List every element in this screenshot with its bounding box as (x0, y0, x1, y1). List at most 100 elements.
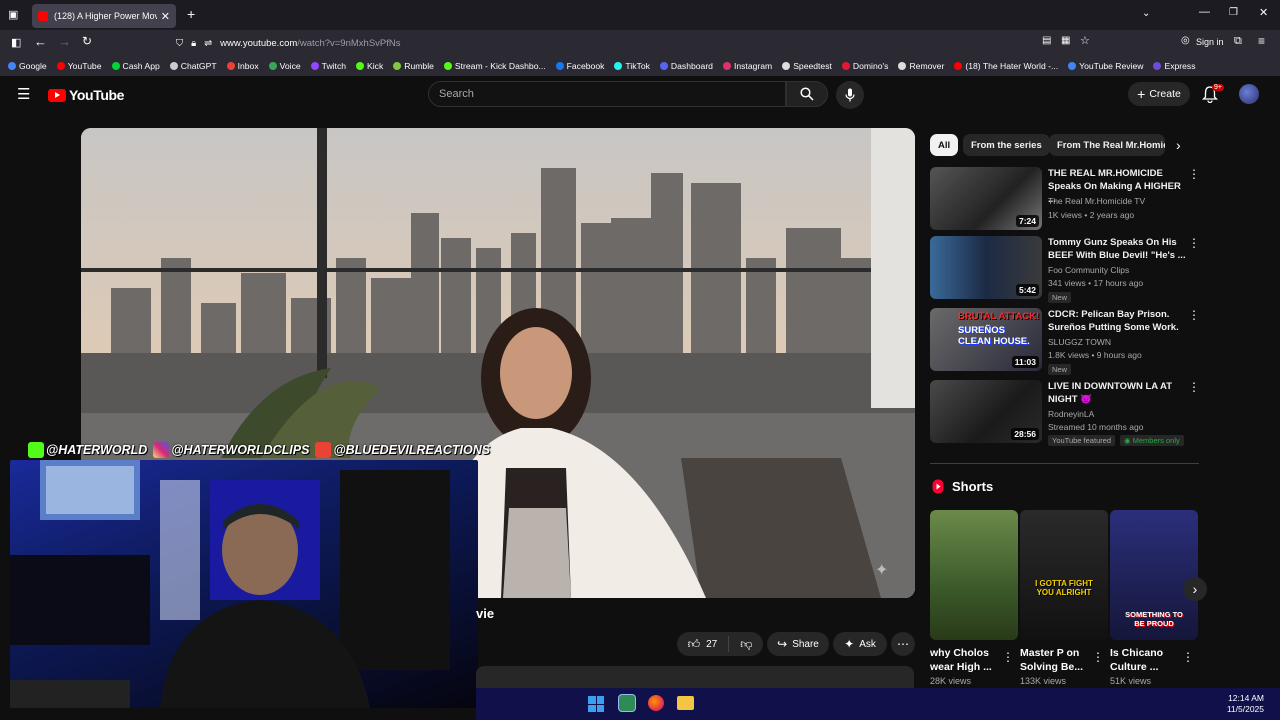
bookmark-item[interactable]: Remover (898, 61, 944, 71)
search-button[interactable] (786, 81, 828, 107)
recommendation-item[interactable]: 5:42 Tommy Gunz Speaks On His BEEF With … (930, 236, 1200, 303)
recommendation-item[interactable]: 28:56 LIVE IN DOWNTOWN LA AT NIGHT 👿 Rod… (930, 380, 1200, 446)
tab-list-icon[interactable]: ▣ (8, 8, 18, 21)
bookmark-item[interactable]: YouTube (56, 61, 102, 71)
rec-title[interactable]: Tommy Gunz Speaks On His BEEF With Blue … (1048, 236, 1186, 262)
short-item[interactable]: SOMETHING TO BE PROUD Is Chicano Culture… (1110, 510, 1198, 686)
close-window-button[interactable]: ✕ (1259, 6, 1268, 19)
shorts-next-button[interactable]: › (1183, 577, 1207, 601)
rec-title[interactable]: LIVE IN DOWNTOWN LA AT NIGHT 👿 (1048, 380, 1186, 406)
sign-in-link[interactable]: Sign in (1196, 37, 1224, 47)
short-title[interactable]: Master P on Solving Be... (1020, 646, 1094, 674)
app-menu-icon[interactable]: ≡ (1258, 34, 1265, 48)
bookmark-item[interactable]: Voice (268, 61, 301, 71)
more-actions-button[interactable]: ⋯ (891, 632, 915, 656)
bookmark-favicon-icon (1068, 62, 1077, 70)
forward-button[interactable]: → (58, 34, 71, 49)
search-input[interactable]: Search (428, 81, 786, 107)
rec-title[interactable]: CDCR: Pelican Bay Prison. Sureños Puttin… (1048, 308, 1186, 334)
short-title[interactable]: Is Chicano Culture ... (1110, 646, 1184, 674)
channel-watermark-icon[interactable]: ✦ (875, 560, 888, 580)
share-button[interactable]: ↪ Share (767, 632, 829, 656)
more-options-icon[interactable]: ⋮ (1002, 650, 1014, 664)
like-button[interactable]: 👍︎ 27 (688, 637, 718, 652)
bookmark-item[interactable]: Domino's (841, 61, 888, 71)
bookmark-label: TikTok (625, 61, 650, 71)
chip-all[interactable]: All (930, 134, 959, 156)
bookmark-item[interactable]: Rumble (393, 61, 434, 71)
permissions-icon[interactable]: ⇌ (204, 38, 212, 49)
short-item[interactable]: why Cholos wear High ... 28K views ⋮ (930, 510, 1018, 686)
save-page-icon[interactable]: ▦ (1061, 35, 1070, 46)
bookmark-item[interactable]: Twitch (310, 61, 346, 71)
chips-next-icon[interactable]: › (1176, 137, 1181, 153)
close-tab-icon[interactable]: ✕ (161, 10, 170, 23)
user-avatar[interactable] (1239, 84, 1259, 104)
account-icon[interactable]: ◎ (1181, 35, 1190, 46)
video-thumbnail[interactable]: 5:42 (930, 236, 1042, 299)
bookmark-item[interactable]: TikTok (614, 61, 650, 71)
bookmark-item[interactable]: Facebook (555, 61, 604, 71)
bookmark-item[interactable]: YouTube Review (1068, 61, 1143, 71)
more-options-icon[interactable]: ⋮ (1188, 167, 1200, 181)
back-button[interactable]: ← (34, 34, 47, 49)
youtube-logo[interactable]: YouTube (48, 87, 124, 103)
short-thumbnail[interactable]: SOMETHING TO BE PROUD (1110, 510, 1198, 640)
video-thumbnail[interactable]: 28:56 (930, 380, 1042, 443)
browser-tab-active[interactable]: (128) A Higher Power Movie - R ✕ (32, 4, 176, 28)
address-bar[interactable]: ⛉ 🔒︎ ⇌ www.youtube.com /watch?v=9nMxhSvP… (176, 33, 1096, 53)
bookmark-item[interactable]: Dashboard (659, 61, 713, 71)
video-thumbnail[interactable]: BRUTAL ATTACK! SUREÑOS CLEAN HOUSE. 11:0… (930, 308, 1042, 371)
file-explorer-icon[interactable] (677, 696, 694, 710)
more-options-icon[interactable]: ⋮ (1188, 308, 1200, 322)
more-options-icon[interactable]: ⋮ (1092, 650, 1104, 664)
create-button[interactable]: + Create (1128, 82, 1190, 106)
recommendation-item[interactable]: 7:24 THE REAL MR.HOMICIDE Speaks On Maki… (930, 167, 1200, 231)
chip-from-series[interactable]: From the series (963, 134, 1050, 156)
dislike-button[interactable]: 👎︎ (740, 637, 752, 652)
short-thumbnail[interactable] (930, 510, 1018, 640)
minimize-window-button[interactable]: — (1199, 6, 1210, 18)
bookmark-item[interactable]: Express (1153, 61, 1196, 71)
firefox-icon[interactable] (648, 695, 664, 711)
rec-channel[interactable]: SLUGGZ TOWN (1048, 337, 1111, 347)
shield-icon[interactable]: ⛉ (176, 38, 183, 49)
bookmark-star-icon[interactable]: ☆ (1080, 34, 1090, 47)
video-thumbnail[interactable]: 7:24 (930, 167, 1042, 230)
short-item[interactable]: I GOTTA FIGHT YOU ALRIGHT Master P on So… (1020, 510, 1108, 686)
bookmark-item[interactable]: ChatGPT (169, 61, 217, 71)
short-thumbnail[interactable]: I GOTTA FIGHT YOU ALRIGHT (1020, 510, 1108, 640)
maximize-window-button[interactable]: ❐ (1229, 7, 1238, 18)
streaming-app-icon[interactable] (618, 694, 636, 712)
sidebar-toggle-icon[interactable]: ◧ (11, 36, 21, 49)
system-clock[interactable]: 12:14 AM 11/5/2025 (1227, 693, 1264, 715)
bookmark-item[interactable]: Instagram (722, 61, 772, 71)
rec-channel[interactable]: The Real Mr.Homicide TV (1048, 196, 1145, 206)
bookmark-item[interactable]: Stream - Kick Dashbo... (443, 61, 546, 71)
rec-channel[interactable]: RodneyinLA (1048, 409, 1094, 419)
windows-start-icon[interactable] (588, 696, 604, 712)
chip-from-channel[interactable]: From The Real Mr.Homicide (1049, 134, 1165, 156)
list-all-tabs-icon[interactable]: ⌄ (1142, 8, 1150, 19)
bookmark-item[interactable]: Google (8, 61, 47, 71)
recommendation-item[interactable]: BRUTAL ATTACK! SUREÑOS CLEAN HOUSE. 11:0… (930, 308, 1200, 375)
bookmark-item[interactable]: Speedtest (782, 61, 832, 71)
more-options-icon[interactable]: ⋮ (1188, 236, 1200, 250)
description-box[interactable] (476, 666, 914, 688)
bookmark-item[interactable]: (18) The Hater World -... (954, 61, 1058, 71)
rec-channel[interactable]: Foo Community Clips (1048, 265, 1129, 275)
bookmark-item[interactable]: Kick (356, 61, 383, 71)
bookmark-item[interactable]: Inbox (226, 61, 259, 71)
ask-button[interactable]: ✦ Ask (833, 632, 887, 656)
bookmark-item[interactable]: Cash App (111, 61, 160, 71)
lock-icon[interactable]: 🔒︎ (191, 38, 196, 49)
short-title[interactable]: why Cholos wear High ... (930, 646, 1004, 674)
more-options-icon[interactable]: ⋮ (1188, 380, 1200, 394)
extensions-icon[interactable]: ⧉ (1234, 35, 1242, 48)
voice-search-button[interactable] (836, 81, 864, 109)
guide-menu-icon[interactable]: ☰ (17, 85, 30, 103)
reader-view-icon[interactable]: ▤ (1042, 35, 1051, 46)
new-tab-button[interactable]: + (187, 6, 195, 22)
reload-button[interactable]: ↻ (82, 34, 92, 48)
more-options-icon[interactable]: ⋮ (1182, 650, 1194, 664)
